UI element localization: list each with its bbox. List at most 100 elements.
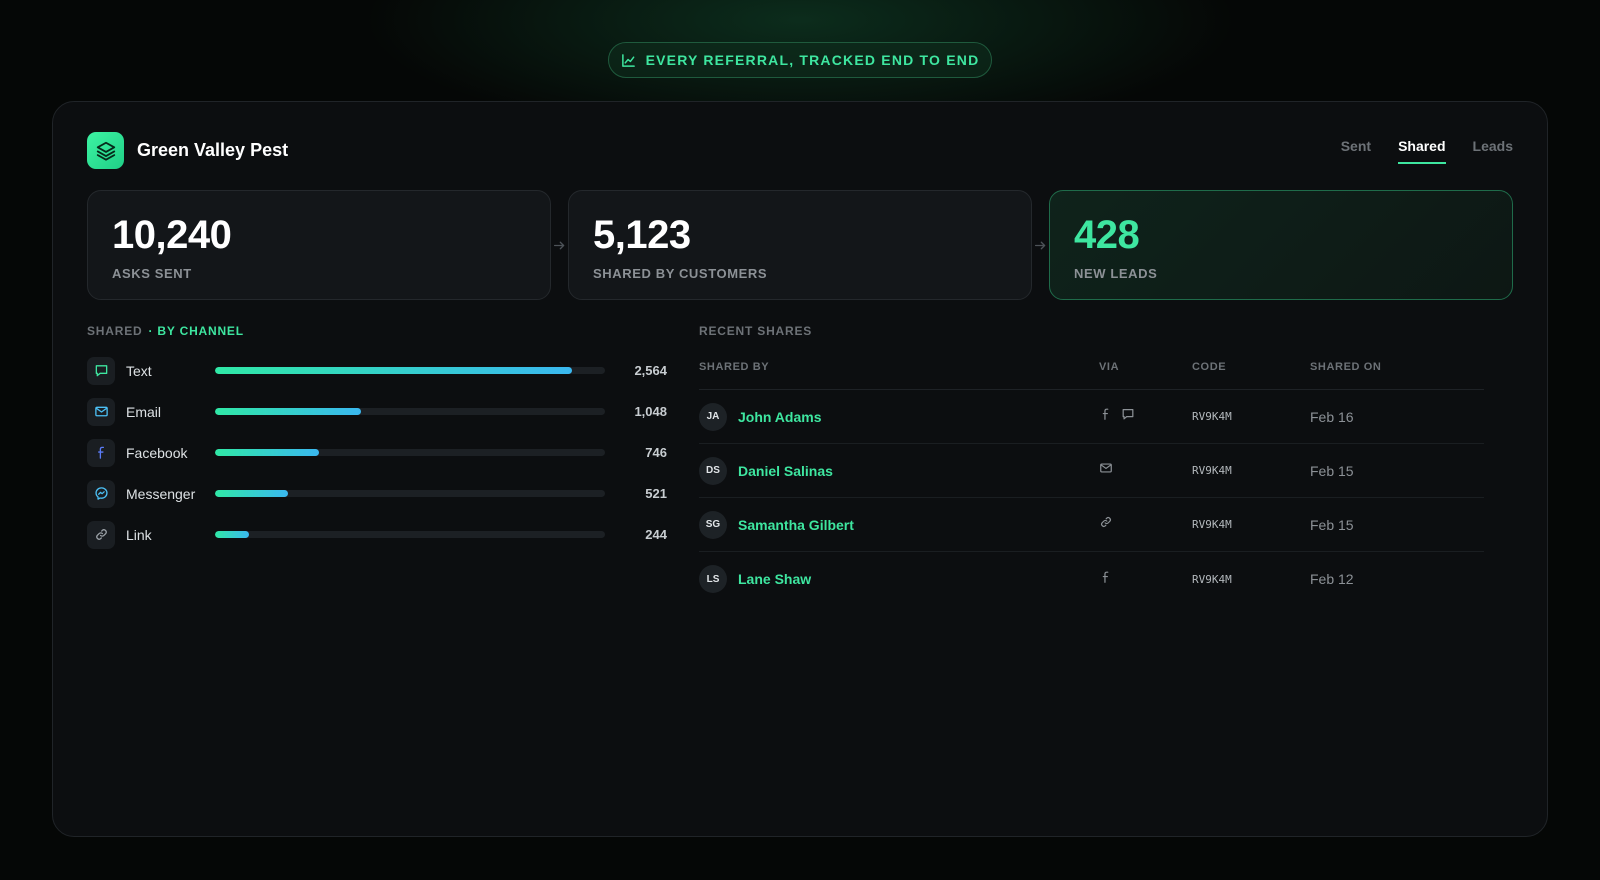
channel-bar-fill: [215, 449, 319, 456]
via-cell: [1099, 461, 1192, 480]
avatar: JA: [699, 402, 727, 431]
table-body: JA John Adams RV9K4M Feb 16 DS Daniel Salinas…: [699, 390, 1484, 606]
channel-bar-track: [215, 449, 605, 456]
channel-bar-track: [215, 408, 605, 415]
channel-bar-fill: [215, 408, 361, 415]
channel-count: 746: [645, 445, 667, 460]
channel-label: Email: [126, 403, 162, 420]
stat-asks-sent: 10,240 ASKS SENT: [87, 190, 551, 300]
channel-row-email: Email 1,048: [87, 391, 687, 432]
shared-date: Feb 15: [1310, 462, 1354, 479]
table-row[interactable]: SG Samantha Gilbert RV9K4M Feb 15: [699, 498, 1484, 552]
stat-new-leads: 428 NEW LEADS: [1049, 190, 1513, 300]
shared-by-cell: JA John Adams: [699, 402, 1099, 431]
stat-label: NEW LEADS: [1074, 266, 1158, 281]
channel-row-text: Text 2,564: [87, 350, 687, 391]
person-name-link[interactable]: John Adams: [738, 409, 822, 425]
shared-by-cell: LS Lane Shaw: [699, 565, 1099, 593]
channels-section: SHARED · BY CHANNEL Text 2,564 Email 1,048 Fa…: [87, 324, 687, 555]
channels-subtitle: · BY CHANNEL: [148, 324, 244, 338]
stat-label: ASKS SENT: [112, 266, 192, 281]
col-header-code: CODE: [1192, 360, 1227, 373]
layers-icon: [96, 141, 115, 161]
referral-code: RV9K4M: [1192, 572, 1232, 586]
channel-list: Text 2,564 Email 1,048 Facebook 746 Messenger 5…: [87, 350, 687, 555]
banner-pill: EVERY REFERRAL, TRACKED END TO END: [608, 42, 992, 78]
channel-count: 244: [645, 527, 667, 542]
link-icon: [1099, 515, 1113, 534]
channel-label: Link: [126, 526, 152, 543]
channel-bar-track: [215, 490, 605, 497]
facebook-icon: [1099, 407, 1113, 426]
tab-leads[interactable]: Leads: [1473, 138, 1513, 164]
shared-date: Feb 15: [1310, 516, 1354, 533]
person-name-link[interactable]: Daniel Salinas: [738, 463, 833, 479]
facebook-icon: [1099, 570, 1113, 589]
referral-code: RV9K4M: [1192, 518, 1232, 531]
channel-row-link: Link 244: [87, 514, 687, 555]
stat-shared-by-customers: 5,123 SHARED BY CUSTOMERS: [568, 190, 1032, 300]
avatar: DS: [699, 456, 727, 485]
mail-icon: [87, 397, 115, 426]
person-name-link[interactable]: Samantha Gilbert: [738, 517, 854, 533]
message-icon: [87, 356, 115, 385]
channel-bar-track: [215, 531, 605, 538]
arrow-right-icon: [1032, 239, 1049, 252]
shared-date: Feb 16: [1310, 408, 1354, 425]
avatar: SG: [699, 510, 727, 539]
arrow-right-icon: [551, 239, 568, 252]
channels-title-text: SHARED: [87, 324, 143, 338]
shared-by-cell: DS Daniel Salinas: [699, 456, 1099, 485]
banner-text: EVERY REFERRAL, TRACKED END TO END: [645, 52, 980, 68]
avatar: LS: [699, 565, 727, 593]
channel-bar-fill: [215, 490, 288, 497]
channels-title: SHARED · BY CHANNEL: [87, 324, 687, 338]
col-header-shared-on: SHARED ON: [1310, 360, 1382, 373]
table-row[interactable]: DS Daniel Salinas RV9K4M Feb 15: [699, 444, 1484, 498]
channel-row-messenger: Messenger 521: [87, 473, 687, 514]
facebook-icon: [87, 438, 115, 467]
channel-label: Facebook: [126, 444, 188, 461]
tab-shared[interactable]: Shared: [1398, 138, 1446, 164]
shared-date: Feb 12: [1310, 571, 1354, 587]
brand-name: Green Valley Pest: [137, 140, 289, 160]
channel-label: Text: [126, 362, 152, 379]
channel-bar-fill: [215, 531, 249, 538]
chart-line-icon: [621, 53, 635, 67]
channel-row-facebook: Facebook 746: [87, 432, 687, 473]
channel-count: 521: [645, 486, 667, 501]
channel-label: Messenger: [126, 485, 196, 502]
mail-icon: [1099, 461, 1113, 480]
referral-code: RV9K4M: [1192, 464, 1232, 477]
table-row[interactable]: LS Lane Shaw RV9K4M Feb 12: [699, 552, 1484, 606]
recent-shares-section: RECENT SHARES SHARED BY VIA CODE SHARED …: [699, 324, 1484, 606]
via-cell: [1099, 407, 1192, 426]
brand-logo: [87, 132, 124, 169]
stat-value: 5,123: [593, 213, 691, 257]
brand: Green Valley Pest: [87, 132, 288, 169]
table-header: SHARED BY VIA CODE SHARED ON: [699, 338, 1484, 390]
channel-count: 2,564: [634, 363, 667, 378]
message-icon: [1121, 407, 1135, 426]
stat-label: SHARED BY CUSTOMERS: [593, 266, 768, 281]
shared-by-cell: SG Samantha Gilbert: [699, 510, 1099, 539]
referral-code: RV9K4M: [1192, 410, 1232, 423]
dashboard-panel: Green Valley Pest Sent Shared Leads 10,2…: [52, 101, 1548, 837]
messenger-icon: [87, 479, 115, 508]
table-row[interactable]: JA John Adams RV9K4M Feb 16: [699, 390, 1484, 444]
tab-sent[interactable]: Sent: [1341, 138, 1371, 164]
channel-bar-fill: [215, 367, 573, 374]
col-header-shared-by: SHARED BY: [699, 360, 770, 373]
recent-shares-title: RECENT SHARES: [699, 324, 813, 338]
link-icon: [87, 520, 115, 549]
via-cell: [1099, 515, 1192, 534]
view-tabs: Sent Shared Leads: [1341, 138, 1513, 164]
person-name-link[interactable]: Lane Shaw: [738, 571, 811, 587]
channel-count: 1,048: [634, 404, 667, 419]
channel-bar-track: [215, 367, 605, 374]
stat-value: 428: [1074, 213, 1140, 257]
via-cell: [1099, 570, 1192, 589]
col-header-via: VIA: [1099, 360, 1120, 373]
stats-row: 10,240 ASKS SENT 5,123 SHARED BY CUSTOME…: [87, 190, 1513, 300]
stat-value: 10,240: [112, 213, 232, 257]
